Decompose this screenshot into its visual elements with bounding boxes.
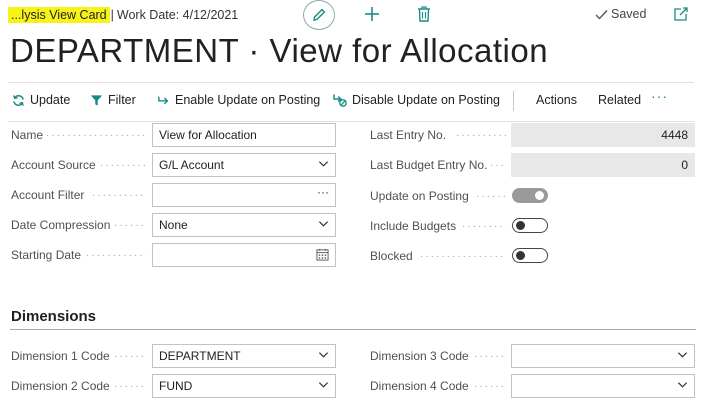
pencil-icon: [313, 8, 326, 21]
account-filter-field[interactable]: ···: [152, 183, 336, 207]
actions-label: Actions: [536, 93, 577, 107]
related-menu[interactable]: Related: [598, 93, 641, 107]
action-bar-top-border: [8, 82, 694, 83]
dimension-2-code-value: FUND: [159, 379, 193, 393]
calendar-button[interactable]: [316, 248, 329, 261]
dimension-2-code-label: Dimension 2 Code: [11, 379, 110, 393]
date-compression-value: None: [159, 218, 188, 232]
dimension-4-code-label: Dimension 4 Code: [370, 379, 469, 393]
breadcrumb-separator: |: [110, 8, 114, 22]
new-button[interactable]: [362, 4, 382, 24]
dimension-1-code-select[interactable]: DEPARTMENT: [152, 344, 336, 368]
account-source-label: Account Source: [11, 158, 96, 172]
last-budget-entry-no-value: 0: [681, 158, 688, 172]
delete-button[interactable]: [415, 4, 433, 24]
name-value: View for Allocation: [159, 128, 257, 142]
account-source-value: G/L Account: [159, 158, 224, 172]
filter-button[interactable]: Filter: [90, 93, 136, 107]
dimension-1-code-dots: ···········: [114, 350, 146, 362]
update-on-posting-toggle[interactable]: [512, 188, 548, 203]
chevron-down-icon: [318, 158, 329, 169]
last-budget-entry-no-dots: ·····: [490, 159, 506, 171]
account-source-select[interactable]: G/L Account: [152, 153, 336, 177]
include-budgets-dots: ···············: [462, 220, 506, 232]
last-entry-no-label: Last Entry No.: [370, 128, 447, 142]
plus-icon: [365, 7, 379, 21]
dimension-4-code-select[interactable]: [511, 374, 695, 398]
dimensions-section-title[interactable]: Dimensions: [11, 308, 96, 325]
refresh-icon: [13, 94, 24, 106]
last-entry-no-field: 4448: [511, 123, 695, 147]
filter-label: Filter: [108, 93, 136, 107]
page-caption: ...lysis View Card: [8, 7, 110, 23]
saved-status: Saved: [595, 7, 646, 21]
last-budget-entry-no-field: 0: [511, 153, 695, 177]
saved-label: Saved: [611, 7, 647, 21]
name-field[interactable]: View for Allocation: [152, 123, 336, 147]
check-icon: [595, 9, 608, 20]
account-filter-dots: ···················: [92, 189, 146, 201]
arrow-block-icon: [333, 94, 347, 107]
starting-date-field[interactable]: [152, 243, 336, 267]
related-label: Related: [598, 93, 642, 107]
blocked-dots: ···························: [420, 250, 506, 262]
page-title: DEPARTMENT · View for Allocation: [10, 32, 549, 69]
dimension-3-code-label: Dimension 3 Code: [370, 349, 469, 363]
last-entry-no-value: 4448: [661, 128, 688, 142]
calendar-icon: [316, 248, 329, 261]
blocked-label: Blocked: [370, 249, 413, 263]
account-source-dots: ··················: [100, 159, 146, 171]
action-bar: Update Filter Enable Update on Posting D…: [8, 82, 694, 122]
update-on-posting-label: Update on Posting: [370, 189, 469, 203]
arrow-right-icon: [158, 96, 169, 105]
dimension-4-code-dots: ···········: [474, 380, 506, 392]
dimension-3-code-dots: ···········: [474, 350, 506, 362]
starting-date-label: Starting Date: [11, 248, 82, 262]
disable-update-on-posting-button[interactable]: Disable Update on Posting: [333, 93, 500, 107]
date-compression-select[interactable]: None: [152, 213, 336, 237]
actions-menu[interactable]: Actions: [536, 93, 577, 107]
update-label: Update: [30, 93, 71, 107]
action-bar-divider: [513, 91, 514, 111]
name-label: Name: [11, 128, 44, 142]
open-in-new-icon: [674, 7, 688, 21]
chevron-down-icon: [318, 218, 329, 229]
open-in-new-window-button[interactable]: [673, 6, 691, 24]
last-entry-no-dots: ··················: [456, 129, 506, 141]
account-filter-label: Account Filter: [11, 188, 85, 202]
enable-update-label: Enable Update on Posting: [175, 93, 321, 107]
toggle-knob: [516, 221, 525, 230]
disable-update-label: Disable Update on Posting: [352, 93, 501, 107]
update-button[interactable]: Update: [12, 93, 70, 107]
enable-update-on-posting-button[interactable]: Enable Update on Posting: [158, 93, 320, 107]
name-dots: ········································…: [46, 129, 146, 141]
dimension-1-code-value: DEPARTMENT: [159, 349, 241, 363]
section-divider: [10, 329, 696, 330]
work-date[interactable]: Work Date: 4/12/2021: [117, 8, 238, 22]
funnel-icon: [90, 94, 103, 106]
trash-icon: [418, 6, 430, 22]
chevron-down-icon: [318, 379, 329, 390]
dimension-2-code-select[interactable]: FUND: [152, 374, 336, 398]
toggle-knob: [535, 191, 544, 200]
dimension-2-code-dots: ···········: [114, 380, 146, 392]
toggle-knob: [516, 251, 525, 260]
more-options-button[interactable]: ···: [651, 88, 668, 104]
dimension-3-code-select[interactable]: [511, 344, 695, 368]
update-on-posting-dots: ··········: [476, 190, 506, 202]
chevron-down-icon: [677, 379, 688, 390]
date-compression-label: Date Compression: [11, 218, 111, 232]
assist-edit-button[interactable]: ···: [317, 185, 329, 199]
last-budget-entry-no-label: Last Budget Entry No.: [370, 158, 488, 172]
dimension-1-code-label: Dimension 1 Code: [11, 349, 110, 363]
starting-date-dots: ······················: [86, 249, 146, 261]
chevron-down-icon: [677, 349, 688, 360]
edit-button[interactable]: [303, 0, 335, 30]
blocked-toggle[interactable]: [512, 248, 548, 263]
chevron-down-icon: [318, 349, 329, 360]
include-budgets-label: Include Budgets: [370, 219, 457, 233]
date-compression-dots: ·············: [114, 219, 146, 231]
breadcrumb: ...lysis View Card | Work Date: 4/12/202…: [8, 5, 238, 25]
include-budgets-toggle[interactable]: [512, 218, 548, 233]
